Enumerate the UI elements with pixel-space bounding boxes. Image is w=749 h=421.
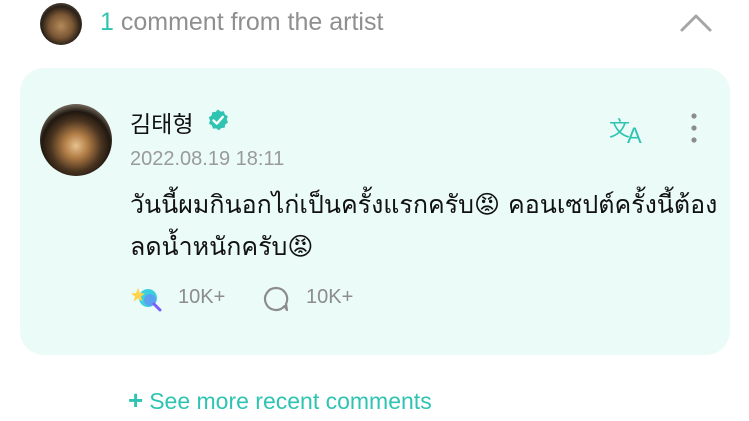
comment-stats: 10K+ 10K+ [130, 282, 430, 312]
reply-count: 10K+ [306, 286, 354, 308]
chevron-up-icon [680, 14, 712, 32]
more-icon [691, 113, 697, 143]
like-count: 10K+ [178, 286, 226, 308]
comment-card: 김태형 文 A 2022.08.19 18:11 วันนี้ผมกินอกไก… [20, 68, 730, 355]
comment-count: 1 [100, 8, 114, 36]
comment-author-avatar[interactable] [40, 104, 112, 176]
reply-icon[interactable] [262, 285, 290, 313]
like-icon[interactable] [130, 284, 162, 312]
more-options-button[interactable] [684, 110, 704, 146]
svg-text:A: A [627, 123, 642, 146]
header-title: 1 comment from the artist [100, 8, 383, 37]
see-more-label: See more recent comments [149, 388, 432, 414]
collapse-button[interactable] [676, 8, 716, 38]
header-label: comment from the artist [113, 8, 384, 36]
comment-text: วันนี้ผมกินอกไก่เป็นครั้งแรกครับ😡 คอนเซป… [130, 190, 718, 261]
translate-button[interactable]: 文 A [608, 112, 650, 148]
comment-author-name[interactable]: 김태형 [130, 105, 193, 139]
artist-avatar [40, 3, 82, 45]
see-more-comments-link[interactable]: + See more recent comments [128, 385, 432, 416]
verified-icon [208, 109, 228, 131]
comments-header: 1 comment from the artist [0, 0, 749, 48]
comment-timestamp: 2022.08.19 18:11 [130, 148, 285, 170]
plus-icon: + [128, 385, 144, 415]
translate-icon: 文 A [609, 117, 642, 148]
